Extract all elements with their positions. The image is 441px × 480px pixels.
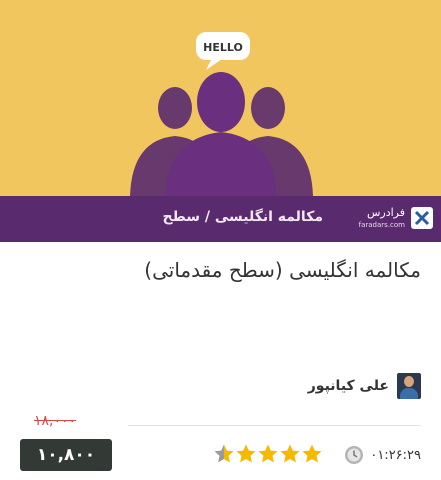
old-price: ۱۸,۰۰۰ [34, 413, 77, 429]
divider [128, 425, 421, 426]
star-icon [257, 443, 279, 465]
avatar [397, 373, 421, 399]
banner-illustration: HELLO [130, 32, 313, 196]
star-icon [301, 443, 323, 465]
star-icon [235, 443, 257, 465]
brand-name: فرادرس [366, 206, 405, 219]
rating-stars [213, 443, 323, 467]
logo-icon [411, 207, 433, 229]
course-banner[interactable]: HELLO مکالمه انگلیسی / سطح مقدماتی فرادر… [0, 0, 441, 242]
bubble-text: HELLO [203, 41, 243, 54]
brand-url: faradars.com [358, 221, 405, 229]
banner-caption: مکالمه انگلیسی / سطح مقدماتی [162, 209, 323, 225]
star-icon [213, 443, 235, 465]
instructor-name: علی کیانپور [307, 378, 389, 394]
instructor[interactable]: علی کیانپور [308, 372, 421, 400]
duration: ۰۱:۲۶:۲۹ [344, 444, 421, 466]
star-icon [279, 443, 301, 465]
clock-icon [345, 446, 364, 464]
duration-text: ۰۱:۲۶:۲۹ [370, 447, 421, 463]
course-title[interactable]: مکالمه انگلیسی (سطح مقدماتی) [21, 256, 421, 284]
brand-mark: فرادرس faradars.com [353, 203, 433, 237]
price-badge[interactable]: ۱۰,۸۰۰ [20, 439, 112, 471]
course-card[interactable]: HELLO مکالمه انگلیسی / سطح مقدماتی فرادر… [0, 0, 441, 480]
